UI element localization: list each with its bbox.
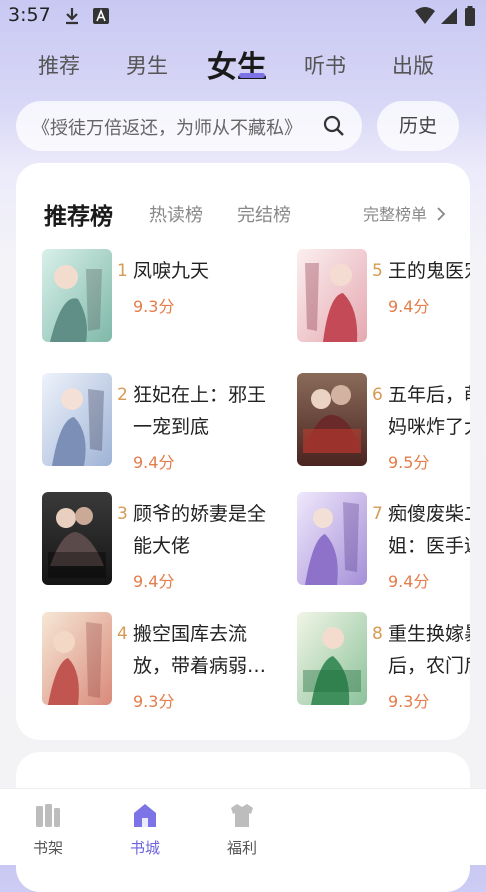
book-cover [42, 612, 112, 705]
book-title: 搬空国库去流 放，带着病弱… [133, 618, 273, 682]
active-tab-indicator [239, 73, 265, 78]
wifi-icon [414, 6, 436, 30]
rank-number: 3 [117, 504, 128, 524]
book-cover [297, 249, 367, 342]
book-title-line: 妈咪炸了大佬 [388, 416, 470, 438]
rank-number: 8 [372, 624, 383, 644]
status-bar: 3:57 [0, 0, 486, 32]
nav-label: 福利 [226, 839, 257, 857]
book-title-line: 五年后，萌宝 [388, 384, 470, 406]
book-item[interactable]: 2 狂妃在上：邪王 一宠到底 9.4分 [42, 373, 332, 473]
book-item[interactable]: 8 重生换嫁暴君 后，农门后娘 9.3分 [297, 612, 470, 712]
book-title: 重生换嫁暴君 后，农门后娘 [388, 618, 470, 682]
tab-completed[interactable]: 完结榜 [237, 201, 291, 227]
book-title-line: 姐：医手遮天 [388, 535, 470, 557]
search-input[interactable]: 《授徒万倍返还，为师从不藏私》 [16, 101, 362, 151]
book-title: 痴傻废柴二小 姐：医手遮天 [388, 498, 470, 562]
book-item[interactable]: 3 顾爷的娇妻是全 能大佬 9.4分 [42, 492, 332, 592]
book-score: 9.5分 [388, 453, 430, 472]
book-score: 9.3分 [133, 297, 175, 316]
rank-number: 5 [372, 261, 383, 281]
book-title-line: 重生换嫁暴君 [388, 623, 470, 645]
book-item[interactable]: 6 五年后，萌宝 妈咪炸了大佬 9.5分 [297, 373, 470, 473]
status-time: 3:57 [8, 4, 51, 26]
book-score: 9.4分 [133, 453, 175, 472]
book-title: 五年后，萌宝 妈咪炸了大佬 [388, 379, 470, 443]
full-list-label: 完整榜单 [363, 205, 428, 224]
tab-publishing[interactable]: 出版 [392, 50, 434, 80]
book-title: 王的鬼医宠 [388, 255, 470, 287]
bookshelf-icon [34, 801, 62, 829]
history-button[interactable]: 历史 [377, 101, 459, 151]
tab-audiobook[interactable]: 听书 [304, 50, 346, 80]
rank-number: 2 [117, 385, 128, 405]
tab-hot-reads[interactable]: 热读榜 [149, 201, 203, 227]
book-item[interactable]: 7 痴傻废柴二小 姐：医手遮天 9.4分 [297, 492, 470, 592]
book-cover [297, 612, 367, 705]
ranking-title: 推荐榜 [44, 204, 113, 230]
ranking-card: 推荐榜 热读榜 完结榜 完整榜单 1 凤唳九天 9.3分 2 狂妃在上：邪王 一… [16, 163, 470, 740]
book-score: 9.3分 [388, 692, 430, 711]
book-score: 9.3分 [133, 692, 175, 711]
full-list-link[interactable]: 完整榜单 [363, 201, 446, 225]
tab-female[interactable]: 女生 [207, 42, 267, 86]
book-title-line: 放，带着病弱… [133, 655, 267, 677]
book-cover [42, 249, 112, 342]
book-title: 顾爷的娇妻是全 能大佬 [133, 498, 273, 562]
signal-icon [440, 6, 458, 30]
book-title-line: 王的鬼医宠 [388, 260, 470, 282]
book-title-line: 顾爷的娇妻是全 [133, 503, 267, 525]
bookstore-icon [131, 801, 159, 829]
book-cover [297, 492, 367, 585]
nav-label: 书架 [32, 839, 63, 857]
book-score: 9.4分 [388, 572, 430, 591]
book-title-line: 一宠到底 [133, 416, 210, 438]
book-title-line: 凤唳九天 [133, 260, 210, 282]
search-placeholder: 《授徒万倍返还，为师从不藏私》 [32, 118, 302, 139]
battery-icon [464, 6, 476, 32]
book-cover [42, 373, 112, 466]
book-score: 9.4分 [388, 297, 430, 316]
book-item[interactable]: 4 搬空国库去流 放，带着病弱… 9.3分 [42, 612, 332, 712]
book-title-line: 能大佬 [133, 535, 191, 557]
gift-icon [228, 801, 256, 829]
rank-number: 4 [117, 624, 128, 644]
nav-label: 书城 [129, 839, 160, 857]
book-title-line: 后，农门后娘 [388, 655, 470, 677]
tab-male[interactable]: 男生 [126, 50, 168, 80]
chevron-right-icon [437, 207, 446, 221]
bottom-nav: 书架 书城 福利 [0, 788, 486, 865]
tab-recommend[interactable]: 推荐 [38, 50, 80, 80]
book-score: 9.4分 [133, 572, 175, 591]
book-cover [42, 492, 112, 585]
search-icon[interactable] [322, 114, 346, 138]
book-item[interactable]: 5 王的鬼医宠 9.4分 [297, 249, 470, 349]
rank-number: 7 [372, 504, 383, 524]
book-title-line: 狂妃在上：邪王 [133, 384, 267, 406]
rank-number: 6 [372, 385, 383, 405]
rank-number: 1 [117, 261, 128, 281]
book-item[interactable]: 1 凤唳九天 9.3分 [42, 249, 332, 349]
book-title-line: 痴傻废柴二小 [388, 503, 470, 525]
nav-welfare[interactable]: 福利 [202, 789, 282, 865]
download-icon [64, 6, 80, 30]
book-title-line: 搬空国库去流 [133, 623, 248, 645]
category-tabs: 推荐 男生 女生 听书 出版 [0, 40, 486, 92]
app-notification-icon [92, 6, 110, 30]
book-title: 狂妃在上：邪王 一宠到底 [133, 379, 273, 443]
book-cover [297, 373, 367, 466]
nav-bookstore[interactable]: 书城 [105, 789, 185, 865]
book-title: 凤唳九天 [133, 255, 273, 287]
nav-bookshelf[interactable]: 书架 [8, 789, 88, 865]
